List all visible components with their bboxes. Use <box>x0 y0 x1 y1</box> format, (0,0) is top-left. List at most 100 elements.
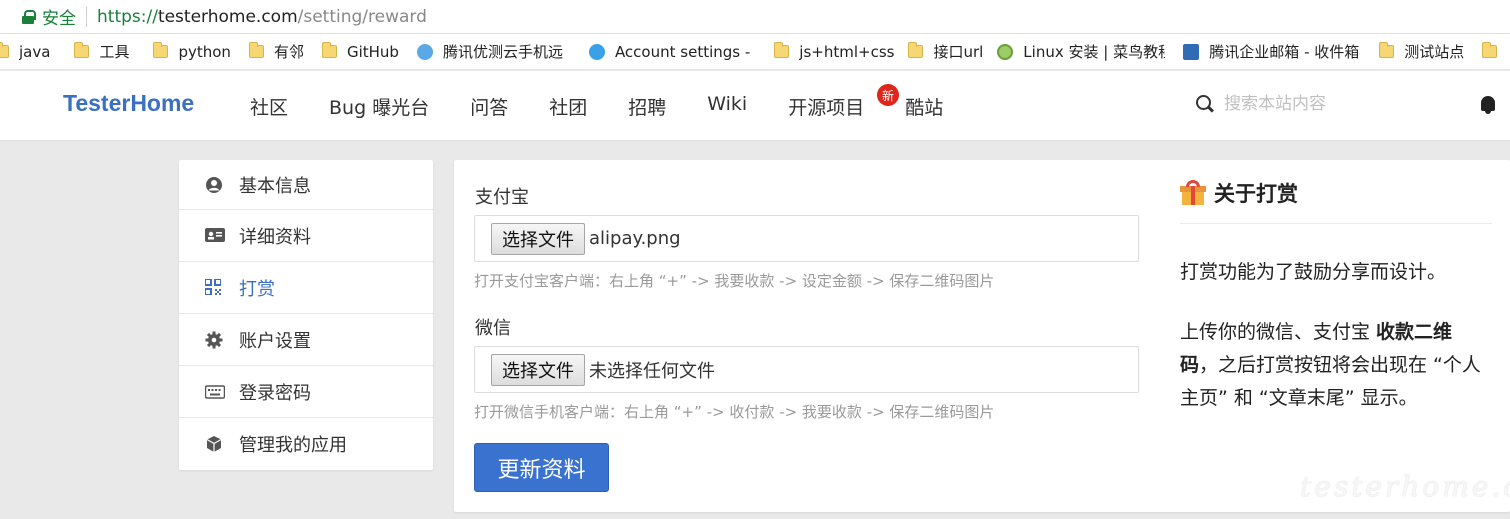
menu-item-label: 打赏 <box>239 278 275 300</box>
bookmark-label: js+html+css <box>799 42 895 61</box>
bookmark-js-html-css[interactable]: js+html+css <box>770 38 902 66</box>
folder-icon <box>0 42 9 58</box>
menu-item-label: 账户设置 <box>239 330 311 352</box>
url-path: /setting/reward <box>297 6 427 27</box>
alipay-choose-file-button[interactable]: 选择文件 <box>491 222 585 255</box>
bookmark-api-url[interactable]: 接口url <box>904 38 991 66</box>
id-card-icon <box>205 227 225 245</box>
alipay-file-input[interactable]: 选择文件 alipay.png <box>474 215 1139 262</box>
alipay-hint: 打开支付宝客户端：右上角 “+” -> 我要收款 -> 设定金额 -> 保存二维… <box>474 272 995 290</box>
bookmark-tools[interactable]: 工具 <box>70 38 137 66</box>
bookmark-test-sites[interactable]: 测试站点 <box>1375 38 1472 66</box>
menu-item-basic-info[interactable]: 基本信息 <box>179 160 433 210</box>
wechat-choose-file-button[interactable]: 选择文件 <box>491 353 585 386</box>
folder-icon <box>248 42 264 58</box>
menu-item-label: 管理我的应用 <box>239 435 347 456</box>
reward-settings-panel: 支付宝 选择文件 alipay.png 打开支付宝客户端：右上角 “+” -> … <box>454 160 1510 512</box>
search-icon[interactable] <box>1196 95 1214 113</box>
bookmark-github[interactable]: GitHub <box>318 38 407 66</box>
menu-item-label: 详细资料 <box>239 226 311 248</box>
reward-instructions: 上传你的微信、支付宝 收款二维码，之后打赏按钮将会出现在 “个人主页” 和 “文… <box>1180 316 1490 415</box>
user-circle-icon <box>205 176 223 194</box>
keyboard-icon <box>204 383 226 401</box>
bookmark-overflow[interactable] <box>1478 38 1510 66</box>
site-navbar: TesterHome 社区 Bug 曝光台 问答 社团 招聘 Wiki 开源项目… <box>0 71 1510 141</box>
bookmark-label: GitHub <box>346 42 399 61</box>
menu-item-password[interactable]: 登录密码 <box>179 366 433 418</box>
folder-icon <box>74 42 90 58</box>
settings-menu: 基本信息 详细资料 打赏 账户设置 登录密码 管理我的应用 <box>179 160 433 470</box>
bookmark-java[interactable]: java <box>0 38 58 66</box>
bookmark-label: Linux 安装 | 菜鸟教程 <box>1023 43 1166 61</box>
new-badge: 新 <box>877 84 899 106</box>
address-bar[interactable]: 安全 https://testerhome.com/setting/reward <box>0 0 1510 34</box>
folder-icon <box>153 42 169 58</box>
folder-icon <box>908 42 924 58</box>
menu-item-label: 基本信息 <box>239 175 311 197</box>
nav-community[interactable]: 社区 <box>250 93 288 120</box>
menu-item-account-settings[interactable]: 账户设置 <box>179 314 433 366</box>
menu-item-reward[interactable]: 打赏 <box>179 262 433 314</box>
bookmark-label: 腾讯优测云手机远程 <box>442 43 563 61</box>
wechat-file-name: 未选择任何文件 <box>589 360 715 382</box>
secure-label: 安全 <box>42 9 76 29</box>
bookmark-label: 有邻 <box>273 43 304 61</box>
bookmarks-bar: java 工具 python 有邻 GitHub 腾讯优测云手机远程 Accou… <box>0 34 1510 70</box>
wechat-file-input[interactable]: 选择文件 未选择任何文件 <box>474 346 1139 393</box>
nav-bug-exposure[interactable]: Bug 曝光台 <box>329 93 429 120</box>
nav-wiki[interactable]: Wiki <box>707 93 747 120</box>
cloud-icon <box>416 43 433 60</box>
qrcode-icon <box>204 277 223 297</box>
main-nav: 社区 Bug 曝光台 问答 社团 招聘 Wiki 开源项目 酷站 <box>250 93 984 120</box>
bell-icon[interactable] <box>1479 95 1497 115</box>
bookmark-label: 腾讯企业邮箱 - 收件箱 <box>1209 43 1360 61</box>
reward-intro-text: 打赏功能为了鼓励分享而设计。 <box>1180 261 1447 283</box>
site-search <box>1196 94 1424 114</box>
bookmark-label: java <box>19 42 51 61</box>
menu-item-label: 登录密码 <box>239 382 311 404</box>
bookmark-tencent-cloud[interactable]: 腾讯优测云手机远程 <box>413 38 571 66</box>
account-icon <box>588 43 605 60</box>
bookmark-tencent-mail[interactable]: 腾讯企业邮箱 - 收件箱 <box>1179 38 1367 66</box>
nav-cool-sites[interactable]: 酷站 <box>905 93 943 120</box>
menu-item-details[interactable]: 详细资料 <box>179 210 433 262</box>
folder-icon <box>321 42 337 58</box>
divider <box>1180 223 1492 224</box>
folder-icon <box>774 42 790 58</box>
bookmark-label: 接口url <box>933 43 984 61</box>
nav-open-source[interactable]: 开源项目 <box>788 93 864 120</box>
bookmark-python[interactable]: python <box>149 38 238 66</box>
bookmark-account-settings[interactable]: Account settings - <box>585 38 758 66</box>
bookmark-label: python <box>178 42 231 61</box>
wechat-label: 微信 <box>475 318 511 339</box>
folder-icon <box>1482 42 1498 58</box>
alipay-file-name: alipay.png <box>589 228 681 249</box>
folder-icon <box>1379 42 1395 58</box>
bookmark-label: Account settings - <box>614 42 751 61</box>
bookmark-youlin[interactable]: 有邻 <box>245 38 312 66</box>
divider <box>86 6 87 27</box>
linux-icon <box>997 43 1014 60</box>
nav-groups[interactable]: 社团 <box>549 93 587 120</box>
alipay-label: 支付宝 <box>475 187 529 208</box>
lock-icon <box>22 9 36 24</box>
reward-info-title: 关于打赏 <box>1180 178 1298 208</box>
bookmark-label: 工具 <box>99 43 130 61</box>
site-logo[interactable]: TesterHome <box>63 90 194 117</box>
bookmark-label: 测试站点 <box>1404 43 1465 61</box>
cube-icon <box>205 435 223 453</box>
instructions-part: ，之后打赏按钮将会出现在 “个人主页” 和 “文章末尾” 显示。 <box>1180 354 1481 409</box>
nav-jobs[interactable]: 招聘 <box>628 93 666 120</box>
mail-icon <box>1183 43 1200 60</box>
bookmark-linux-install[interactable]: Linux 安装 | 菜鸟教程 <box>993 38 1173 66</box>
url-host: testerhome.com <box>157 6 298 27</box>
menu-item-my-apps[interactable]: 管理我的应用 <box>179 418 433 470</box>
instructions-part: 上传你的微信、支付宝 <box>1180 321 1377 343</box>
search-input[interactable] <box>1224 94 1424 114</box>
aside-title-text: 关于打赏 <box>1214 182 1298 206</box>
gear-icon <box>205 331 223 349</box>
gift-icon <box>1180 180 1206 206</box>
url-protocol: https:// <box>97 6 158 27</box>
nav-qa[interactable]: 问答 <box>470 93 508 120</box>
update-profile-button[interactable]: 更新资料 <box>474 443 609 492</box>
